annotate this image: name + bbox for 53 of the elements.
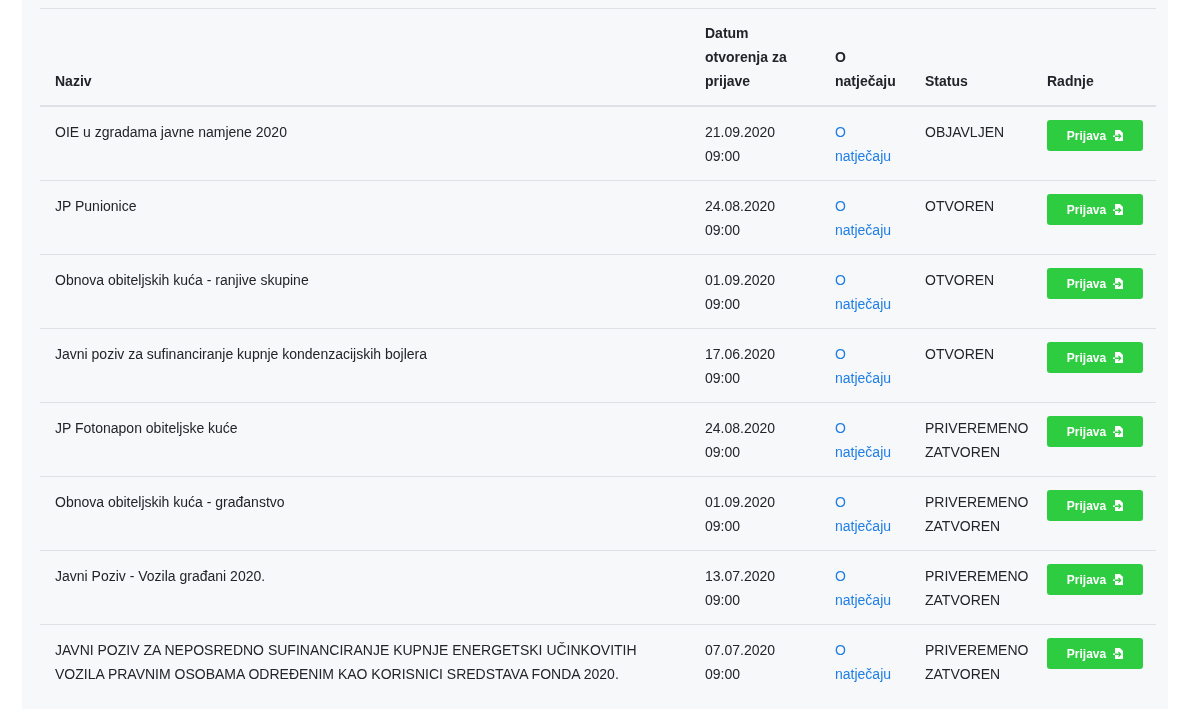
file-arrow-icon xyxy=(1113,204,1124,215)
details-link[interactable]: O natječaju xyxy=(835,564,895,612)
details-link[interactable]: O natječaju xyxy=(835,194,895,242)
file-arrow-icon xyxy=(1113,574,1124,585)
apply-button[interactable]: Prijava xyxy=(1047,342,1143,373)
opening-date: 13.07.2020 09:00 xyxy=(705,568,776,608)
status-text: PRIVEREMENO ZATVOREN xyxy=(925,420,1029,460)
file-arrow-icon xyxy=(1113,130,1124,141)
apply-button[interactable]: Prijava xyxy=(1047,268,1143,299)
call-name: JAVNI POZIV ZA NEPOSREDNO SUFINANCIRANJE KUPNJE ENERGETSKI UČINKOVITIH VOZILA PRAVNIM OSOBAMA ODREĐENIM KAO KORISNICI SREDSTAVA FONDA 2020. xyxy=(55,642,637,682)
status-text: PRIVEREMENO ZATVOREN xyxy=(925,494,1029,534)
status-text: OTVOREN xyxy=(925,272,995,288)
apply-button[interactable]: Prijava xyxy=(1047,490,1143,521)
status-text: OTVOREN xyxy=(925,198,995,214)
opening-date: 01.09.2020 09:00 xyxy=(705,494,776,534)
column-header: Naziv xyxy=(55,73,92,89)
details-link[interactable]: O natječaju xyxy=(835,638,895,686)
status-text: OBJAVLJEN xyxy=(925,124,1005,140)
column-header: Radnje xyxy=(1047,73,1094,89)
call-name: JP Fotonapon obiteljske kuće xyxy=(55,420,238,436)
opening-date: 01.09.2020 09:00 xyxy=(705,272,776,312)
call-name: Javni poziv za sufinanciranje kupnje kondenzacijskih bojlera xyxy=(55,346,427,362)
file-arrow-icon xyxy=(1113,278,1124,289)
status-text: OTVOREN xyxy=(925,346,995,362)
column-header: Status xyxy=(925,73,968,89)
file-arrow-icon xyxy=(1113,500,1124,511)
apply-button[interactable]: Prijava xyxy=(1047,416,1143,447)
details-link[interactable]: O natječaju xyxy=(835,268,895,316)
details-link[interactable]: O natječaju xyxy=(835,490,895,538)
opening-date: 24.08.2020 09:00 xyxy=(705,198,776,238)
details-link[interactable]: O natječaju xyxy=(835,416,895,464)
status-text: PRIVEREMENO ZATVOREN xyxy=(925,642,1029,682)
opening-date: 21.09.2020 09:00 xyxy=(705,124,776,164)
details-link[interactable]: O natječaju xyxy=(835,120,895,168)
details-link[interactable]: O natječaju xyxy=(835,342,895,390)
apply-button[interactable]: Prijava xyxy=(1047,564,1143,595)
column-header: O natječaju xyxy=(835,49,896,89)
apply-button[interactable]: Prijava xyxy=(1047,638,1143,669)
apply-button[interactable]: Prijava xyxy=(1047,120,1143,151)
apply-button[interactable]: Prijava xyxy=(1047,194,1143,225)
opening-date: 24.08.2020 09:00 xyxy=(705,420,776,460)
call-name: Obnova obiteljskih kuća - građanstvo xyxy=(55,494,285,510)
opening-date: 07.07.2020 09:00 xyxy=(705,642,776,682)
call-name: Javni Poziv - Vozila građani 2020. xyxy=(55,568,266,584)
status-text: PRIVEREMENO ZATVOREN xyxy=(925,568,1029,608)
opening-date: 17.06.2020 09:00 xyxy=(705,346,776,386)
call-name: JP Punionice xyxy=(55,198,137,214)
call-name: Obnova obiteljskih kuća - ranjive skupine xyxy=(55,272,309,288)
file-arrow-icon xyxy=(1113,648,1124,659)
file-arrow-icon xyxy=(1113,352,1124,363)
column-header: Datum otvorenja za prijave xyxy=(705,25,787,89)
file-arrow-icon xyxy=(1113,426,1124,437)
call-name: OIE u zgradama javne namjene 2020 xyxy=(55,124,287,140)
